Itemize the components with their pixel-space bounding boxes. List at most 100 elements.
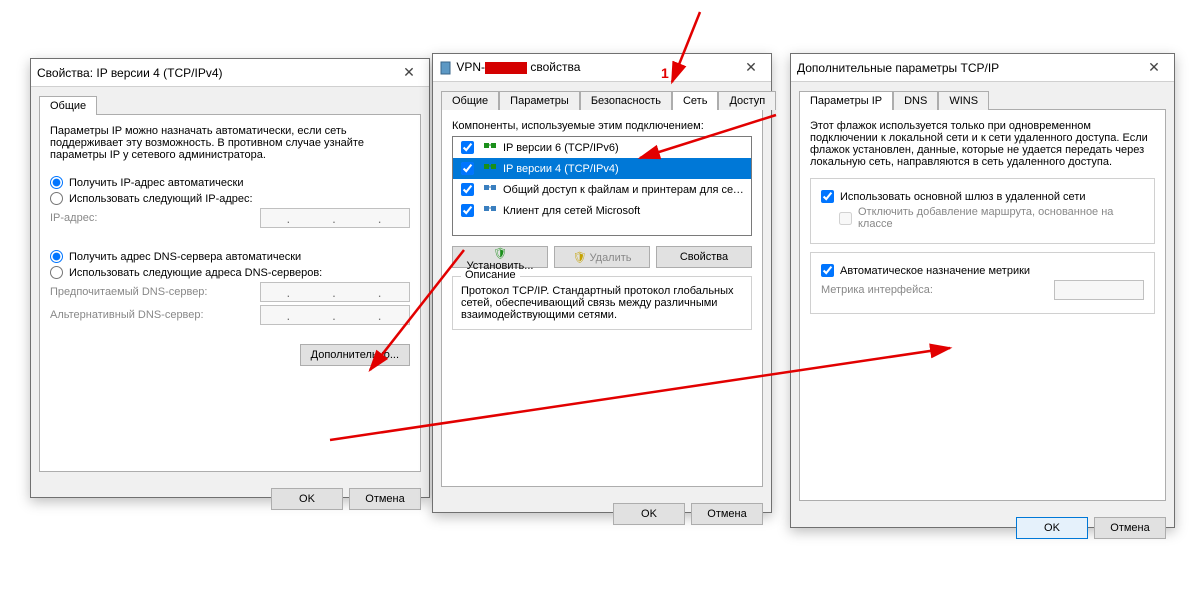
use-default-gateway-input[interactable] bbox=[821, 190, 834, 203]
tab-panel-network: Компоненты, используемые этим подключени… bbox=[441, 109, 763, 487]
protocol-icon bbox=[483, 181, 497, 198]
radio-manual-ip-label: Использовать следующий IP-адрес: bbox=[69, 193, 253, 205]
dns-group: Получить адрес DNS-сервера автоматически… bbox=[50, 243, 410, 332]
list-buttons: 🛡 Установить... 🛡 Удалить Свойства bbox=[452, 246, 752, 268]
disable-class-route-checkbox: Отключить добавление маршрута, основанно… bbox=[821, 206, 1144, 230]
vpn-title-suffix: свойства bbox=[530, 60, 580, 74]
dns2-input bbox=[260, 305, 410, 325]
auto-metric-input[interactable] bbox=[821, 264, 834, 277]
ipv4-title: Свойства: IP версии 4 (TCP/IPv4) bbox=[37, 66, 395, 80]
list-item[interactable]: IP версии 4 (TCP/IPv4) bbox=[453, 158, 751, 179]
cancel-button[interactable]: Отмена bbox=[1094, 517, 1166, 539]
tab-general[interactable]: Общие bbox=[39, 96, 97, 115]
button-row: OK Отмена bbox=[31, 480, 429, 518]
protocol-icon bbox=[483, 160, 497, 177]
list-item[interactable]: IP версии 6 (TCP/IPv6) bbox=[453, 137, 751, 158]
ip-input bbox=[260, 208, 410, 228]
metric-group: Автоматическое назначение метрики Метрик… bbox=[810, 252, 1155, 314]
vpn-properties-dialog: VPN- свойства ✕ Общие Параметры Безопасн… bbox=[432, 53, 772, 513]
dns1-label: Предпочитаемый DNS-сервер: bbox=[50, 286, 252, 298]
close-icon[interactable]: ✕ bbox=[395, 64, 423, 81]
cancel-button[interactable]: Отмена bbox=[691, 503, 763, 525]
description-box: Описание Протокол TCP/IP. Стандартный пр… bbox=[452, 276, 752, 330]
radio-auto-ip[interactable]: Получить IP-адрес автоматически bbox=[50, 176, 410, 189]
radio-manual-ip-input[interactable] bbox=[50, 192, 63, 205]
use-default-gateway-label: Использовать основной шлюз в удаленной с… bbox=[840, 191, 1086, 203]
tab-panel-ip: Этот флажок используется только при одно… bbox=[799, 109, 1166, 501]
tabrow: Общие bbox=[39, 95, 421, 114]
disable-class-route-input bbox=[839, 212, 852, 225]
protocol-icon bbox=[483, 139, 497, 156]
redacted-name bbox=[485, 62, 527, 74]
cancel-button[interactable]: Отмена bbox=[349, 488, 421, 510]
component-checkbox[interactable] bbox=[461, 204, 474, 217]
radio-manual-dns[interactable]: Использовать следующие адреса DNS-сервер… bbox=[50, 266, 410, 279]
list-item[interactable]: Общий доступ к файлам и принтерам для се… bbox=[453, 179, 751, 200]
radio-auto-ip-label: Получить IP-адрес автоматически bbox=[69, 177, 243, 189]
advanced-tcpip-dialog: Дополнительные параметры TCP/IP ✕ Параме… bbox=[790, 53, 1175, 528]
tab-security[interactable]: Безопасность bbox=[580, 91, 672, 110]
tabrow: Параметры IP DNS WINS bbox=[799, 90, 1166, 109]
radio-manual-dns-input[interactable] bbox=[50, 266, 63, 279]
shield-icon: 🛡 bbox=[493, 248, 507, 260]
ip-group: Получить IP-адрес автоматически Использо… bbox=[50, 169, 410, 235]
disable-class-route-label: Отключить добавление маршрута, основанно… bbox=[858, 206, 1144, 230]
component-checkbox[interactable] bbox=[461, 141, 474, 154]
props-button[interactable]: Свойства bbox=[656, 246, 752, 268]
tab-access[interactable]: Доступ bbox=[718, 91, 776, 110]
remove-label: Удалить bbox=[590, 252, 632, 264]
description-text: Протокол TCP/IP. Стандартный протокол гл… bbox=[461, 285, 743, 321]
components-label: Компоненты, используемые этим подключени… bbox=[452, 120, 752, 132]
tab-params[interactable]: Параметры bbox=[499, 91, 580, 110]
network-icon bbox=[439, 61, 453, 75]
radio-auto-dns-input[interactable] bbox=[50, 250, 63, 263]
tab-ip-params[interactable]: Параметры IP bbox=[799, 91, 893, 110]
component-label: Клиент для сетей Microsoft bbox=[503, 205, 747, 217]
button-row: OK Отмена bbox=[791, 509, 1174, 547]
radio-auto-dns[interactable]: Получить адрес DNS-сервера автоматически bbox=[50, 250, 410, 263]
metric-input bbox=[1054, 280, 1144, 300]
dns1-input bbox=[260, 282, 410, 302]
tabrow: Общие Параметры Безопасность Сеть Доступ bbox=[441, 90, 763, 109]
adv-title: Дополнительные параметры TCP/IP bbox=[797, 61, 1140, 75]
auto-metric-checkbox[interactable]: Автоматическое назначение метрики bbox=[821, 264, 1144, 277]
ok-button[interactable]: OK bbox=[613, 503, 685, 525]
vpn-title: VPN- свойства bbox=[439, 60, 737, 75]
remove-button: 🛡 Удалить bbox=[554, 246, 650, 268]
install-button[interactable]: 🛡 Установить... bbox=[452, 246, 548, 268]
shield-icon: 🛡 bbox=[572, 252, 586, 264]
radio-manual-ip[interactable]: Использовать следующий IP-адрес: bbox=[50, 192, 410, 205]
advanced-button[interactable]: Дополнительно... bbox=[300, 344, 410, 366]
button-row: OK Отмена bbox=[433, 495, 771, 533]
protocol-icon bbox=[483, 202, 497, 219]
tab-general[interactable]: Общие bbox=[441, 91, 499, 110]
dns2-label: Альтернативный DNS-сервер: bbox=[50, 309, 252, 321]
component-label: IP версии 6 (TCP/IPv6) bbox=[503, 142, 747, 154]
tab-wins[interactable]: WINS bbox=[938, 91, 989, 110]
close-icon[interactable]: ✕ bbox=[737, 59, 765, 76]
component-checkbox[interactable] bbox=[461, 162, 474, 175]
titlebar: VPN- свойства ✕ bbox=[433, 54, 771, 82]
intro-text: Этот флажок используется только при одно… bbox=[810, 120, 1155, 168]
intro-text: Параметры IP можно назначать автоматичес… bbox=[50, 125, 410, 161]
ipv4-properties-dialog: Свойства: IP версии 4 (TCP/IPv4) ✕ Общие… bbox=[30, 58, 430, 498]
gateway-group: Использовать основной шлюз в удаленной с… bbox=[810, 178, 1155, 244]
component-label: IP версии 4 (TCP/IPv4) bbox=[503, 163, 747, 175]
component-label: Общий доступ к файлам и принтерам для се… bbox=[503, 184, 747, 196]
tab-network[interactable]: Сеть bbox=[672, 91, 718, 110]
ip-label: IP-адрес: bbox=[50, 212, 252, 224]
list-item[interactable]: Клиент для сетей Microsoft bbox=[453, 200, 751, 221]
description-legend: Описание bbox=[461, 269, 520, 281]
titlebar: Дополнительные параметры TCP/IP ✕ bbox=[791, 54, 1174, 82]
tab-dns[interactable]: DNS bbox=[893, 91, 938, 110]
components-list[interactable]: IP версии 6 (TCP/IPv6) IP версии 4 (TCP/I… bbox=[452, 136, 752, 236]
radio-auto-ip-input[interactable] bbox=[50, 176, 63, 189]
titlebar: Свойства: IP версии 4 (TCP/IPv4) ✕ bbox=[31, 59, 429, 87]
close-icon[interactable]: ✕ bbox=[1140, 59, 1168, 76]
use-default-gateway-checkbox[interactable]: Использовать основной шлюз в удаленной с… bbox=[821, 190, 1144, 203]
tab-panel-general: Параметры IP можно назначать автоматичес… bbox=[39, 114, 421, 472]
component-checkbox[interactable] bbox=[461, 183, 474, 196]
ok-button[interactable]: OK bbox=[271, 488, 343, 510]
metric-label: Метрика интерфейса: bbox=[821, 284, 1046, 296]
ok-button[interactable]: OK bbox=[1016, 517, 1088, 539]
